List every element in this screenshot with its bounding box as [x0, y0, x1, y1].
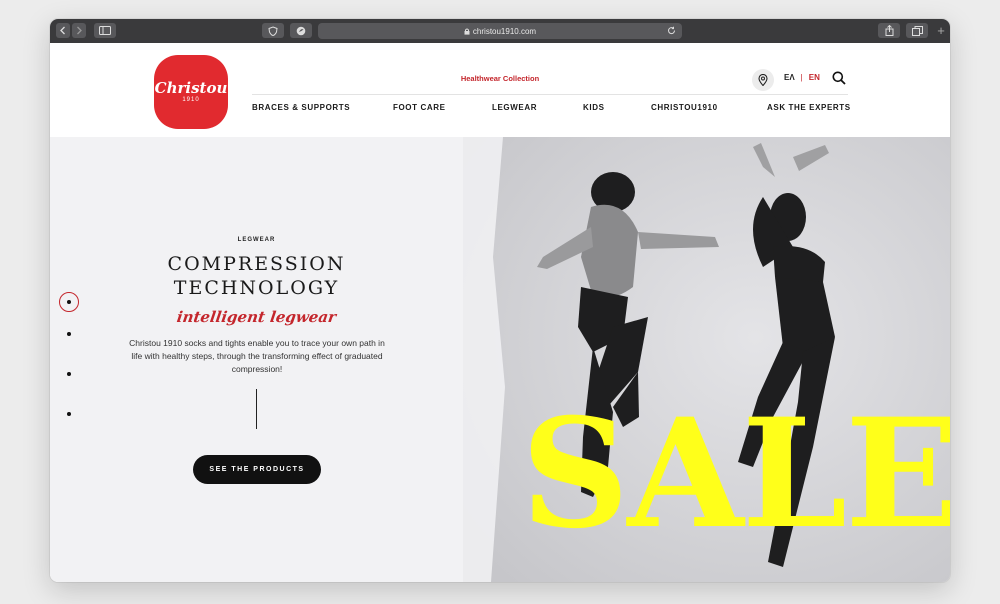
hero-headline-line2: TECHNOLOGY: [173, 277, 340, 299]
extension-button[interactable]: [290, 23, 312, 38]
nav-foot-care[interactable]: FOOT CARE: [393, 103, 446, 112]
back-button[interactable]: [56, 23, 70, 38]
share-icon: [885, 25, 893, 36]
search-button[interactable]: [832, 71, 846, 90]
site-header: Christou 1910 Healthwear Collection ΕΛ |…: [50, 43, 950, 137]
hero-image: SALE: [463, 137, 950, 582]
main-nav: BRACES & SUPPORTS FOOT CARE LEGWEAR KIDS…: [50, 103, 950, 117]
address-bar[interactable]: christou1910.com: [318, 23, 682, 39]
chevron-right-icon: [77, 26, 82, 35]
language-switcher: ΕΛ | EN: [784, 73, 820, 82]
shield-icon: [268, 25, 278, 36]
sidebar-icon: [99, 26, 111, 35]
browser-window: christou1910.com + Christou 1910 Healthw…: [50, 19, 950, 582]
new-tab-button[interactable]: +: [934, 24, 948, 39]
nav-christou1910[interactable]: CHRISTOU1910: [651, 103, 718, 112]
hero-eyebrow: LEGWEAR: [237, 237, 276, 243]
hero-text-panel: LEGWEAR COMPRESSION TECHNOLOGY intellige…: [50, 137, 463, 582]
bird-icon: [296, 26, 306, 35]
nav-kids[interactable]: KIDS: [583, 103, 605, 112]
sale-text: SALE: [521, 386, 950, 562]
forward-button[interactable]: [72, 23, 86, 38]
lang-separator: |: [800, 73, 803, 82]
see-products-button[interactable]: SEE THE PRODUCTS: [193, 455, 321, 484]
chevron-left-icon: [60, 26, 65, 35]
nav-braces-supports[interactable]: BRACES & SUPPORTS: [252, 103, 350, 112]
nav-ask-the-experts[interactable]: ASK THE EXPERTS: [767, 103, 851, 112]
nav-divider: [252, 94, 848, 95]
search-icon: [832, 71, 846, 85]
tabs-icon: [911, 25, 923, 36]
privacy-button[interactable]: [262, 23, 284, 38]
lang-el[interactable]: ΕΛ: [784, 73, 795, 82]
store-locator-button[interactable]: [752, 69, 774, 91]
healthwear-collection-link[interactable]: Healthwear Collection: [430, 74, 570, 83]
lang-en[interactable]: EN: [809, 73, 820, 82]
share-button[interactable]: [878, 23, 900, 38]
lock-icon: [464, 28, 470, 35]
slide-dot[interactable]: [67, 372, 71, 376]
map-pin-icon: [758, 74, 768, 86]
nav-legwear[interactable]: LEGWEAR: [492, 103, 537, 112]
hero-headline-line1: COMPRESSION: [167, 253, 346, 275]
slide-dot[interactable]: [67, 332, 71, 336]
reload-icon[interactable]: [667, 26, 676, 37]
hero-description: Christou 1910 socks and tights enable yo…: [129, 338, 385, 374]
tabs-overview-button[interactable]: [906, 23, 928, 38]
url-text: christou1910.com: [472, 26, 537, 36]
hero-vertical-line: [256, 389, 257, 429]
logo-text: Christou: [154, 79, 228, 97]
hero-tagline: intelligent legwear: [175, 308, 338, 326]
brand-logo[interactable]: Christou 1910: [154, 55, 228, 129]
slide-dot[interactable]: [67, 412, 71, 416]
browser-toolbar: christou1910.com +: [50, 19, 950, 43]
sidebar-toggle-button[interactable]: [94, 23, 116, 38]
